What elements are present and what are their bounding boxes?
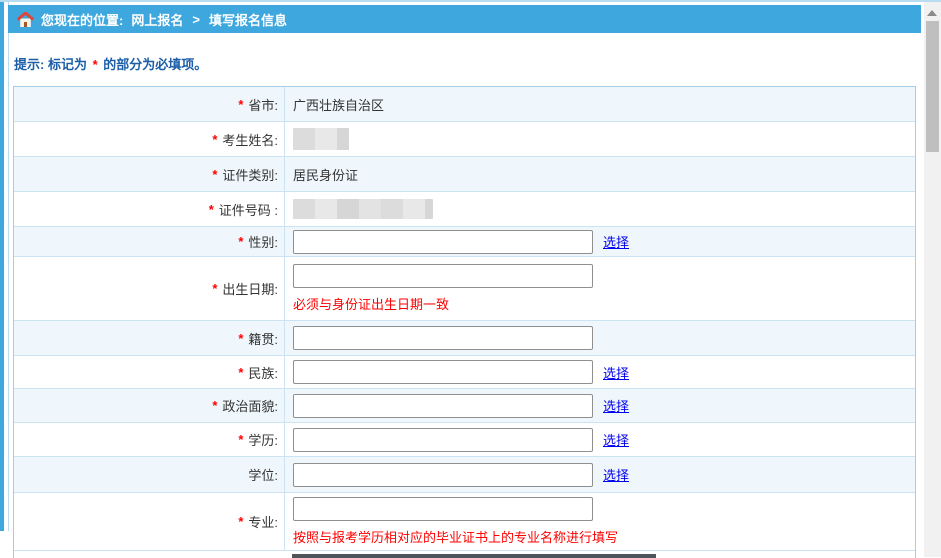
required-asterisk: * [238, 97, 243, 112]
required-asterisk: * [238, 432, 243, 447]
id-type-label: 证件类别: [222, 165, 278, 184]
form-row-major: * 专业: 按照与报考学历相对应的毕业证书上的专业名称进行填写 [14, 493, 915, 551]
required-fields-tip: 提示: 标记为 * 的部分为必填项。 [14, 54, 207, 73]
candidate-name-label: 考生姓名: [222, 130, 278, 149]
label-cell: * 省市: [14, 87, 284, 121]
required-asterisk: * [238, 365, 243, 380]
form-row-native-place: * 籍贯: [14, 321, 915, 356]
label-cell: * 籍贯: [14, 321, 284, 355]
breadcrumb-prefix: 您现在的位置: [41, 10, 123, 29]
page-top-border [0, 0, 941, 2]
label-cell: * 出生日期: [14, 257, 284, 320]
form-row-birth-date: * 出生日期: 必须与身份证出生日期一致 [14, 257, 915, 321]
required-asterisk: * [212, 132, 217, 147]
degree-label: 学位: [248, 465, 278, 484]
native-place-label: 籍贯: [248, 329, 278, 348]
major-label: 专业: [248, 512, 278, 531]
value-cell [284, 122, 915, 156]
content-left-border [8, 2, 9, 531]
value-cell [284, 192, 915, 226]
label-cell: * 专业: [14, 493, 284, 550]
form-row-candidate-name: * 考生姓名: [14, 122, 915, 157]
ethnicity-label: 民族: [248, 363, 278, 382]
page-left-accent-strip [0, 2, 4, 531]
value-cell: 广西壮族自治区 [284, 87, 915, 121]
label-cell: * 证件类别: [14, 157, 284, 191]
birth-date-label: 出生日期: [222, 279, 278, 298]
birth-date-hint: 必须与身份证出生日期一致 [293, 294, 449, 313]
political-status-label: 政治面貌: [222, 396, 278, 415]
candidate-name-redacted-value [293, 128, 349, 150]
birth-date-input[interactable] [293, 264, 593, 288]
breadcrumb-item-online-registration[interactable]: 网上报名 [131, 10, 183, 29]
gender-select-link[interactable]: 选择 [603, 232, 629, 251]
tip-text-before: 提示: 标记为 [14, 57, 87, 72]
label-cell: * 政治面貌: [14, 389, 284, 422]
political-status-select-link[interactable]: 选择 [603, 396, 629, 415]
value-cell: 选择 [284, 227, 915, 256]
required-asterisk: * [238, 514, 243, 529]
degree-select-link[interactable]: 选择 [603, 465, 629, 484]
major-input[interactable] [293, 497, 593, 521]
label-cell: * 学位: [14, 457, 284, 492]
form-row-id-type: * 证件类别: 居民身份证 [14, 157, 915, 192]
major-hint: 按照与报考学历相对应的毕业证书上的专业名称进行填写 [293, 527, 618, 546]
label-cell: * 学历: [14, 423, 284, 456]
id-type-value: 居民身份证 [293, 165, 358, 184]
form-row-degree: * 学位: 选择 [14, 457, 915, 493]
education-select-link[interactable]: 选择 [603, 430, 629, 449]
form-row-education: * 学历: 选择 [14, 423, 915, 457]
scrollbar-up-arrow-icon[interactable] [927, 10, 937, 16]
form-row-ethnicity: * 民族: 选择 [14, 356, 915, 389]
label-cell: * 证件号码 : [14, 192, 284, 226]
scrollbar-thumb[interactable] [926, 21, 939, 152]
value-cell: 选择 [284, 423, 915, 456]
form-row-gender: * 性别: 选择 [14, 227, 915, 257]
value-cell: 选择 [284, 389, 915, 422]
required-asterisk: * [212, 167, 217, 182]
required-asterisk: * [212, 398, 217, 413]
ethnicity-select-link[interactable]: 选择 [603, 363, 629, 382]
form-row-province: * 省市: 广西壮族自治区 [14, 87, 915, 122]
form-table: * 省市: 广西壮族自治区 * 考生姓名: * 证件类别: 居民身份证 * 证件… [13, 86, 916, 558]
value-cell [284, 321, 915, 355]
id-number-label: 证件号码 : [219, 200, 278, 219]
form-row-political-status: * 政治面貌: 选择 [14, 389, 915, 423]
native-place-input[interactable] [293, 326, 593, 350]
province-value: 广西壮族自治区 [293, 95, 384, 114]
breadcrumb-separator: > [192, 12, 200, 27]
required-asterisk: * [238, 234, 243, 249]
breadcrumb-bar: 您现在的位置: 网上报名 > 填写报名信息 [8, 5, 921, 33]
education-label: 学历: [248, 430, 278, 449]
form-row-id-number: * 证件号码 : [14, 192, 915, 227]
vertical-scrollbar[interactable] [924, 2, 941, 557]
breadcrumb-item-fill-registration-info: 填写报名信息 [209, 10, 287, 29]
value-cell: 选择 [284, 457, 915, 492]
province-label: 省市: [248, 95, 278, 114]
value-cell: 居民身份证 [284, 157, 915, 191]
tip-required-marker: * [93, 57, 98, 72]
next-row-input-edge [292, 554, 656, 558]
label-cell: * 民族: [14, 356, 284, 388]
required-asterisk: * [209, 202, 214, 217]
gender-input[interactable] [293, 230, 593, 254]
education-input[interactable] [293, 428, 593, 452]
label-cell: * 性别: [14, 227, 284, 256]
required-asterisk: * [238, 331, 243, 346]
home-icon [17, 12, 34, 27]
ethnicity-input[interactable] [293, 360, 593, 384]
value-cell: 选择 [284, 356, 915, 388]
tip-text-after: 的部分为必填项。 [103, 57, 207, 72]
gender-label: 性别: [248, 232, 278, 251]
political-status-input[interactable] [293, 394, 593, 418]
label-cell: * 考生姓名: [14, 122, 284, 156]
value-cell: 按照与报考学历相对应的毕业证书上的专业名称进行填写 [284, 493, 915, 550]
required-asterisk: * [212, 281, 217, 296]
id-number-redacted-value [293, 199, 433, 219]
degree-input[interactable] [293, 463, 593, 487]
value-cell: 必须与身份证出生日期一致 [284, 257, 915, 320]
